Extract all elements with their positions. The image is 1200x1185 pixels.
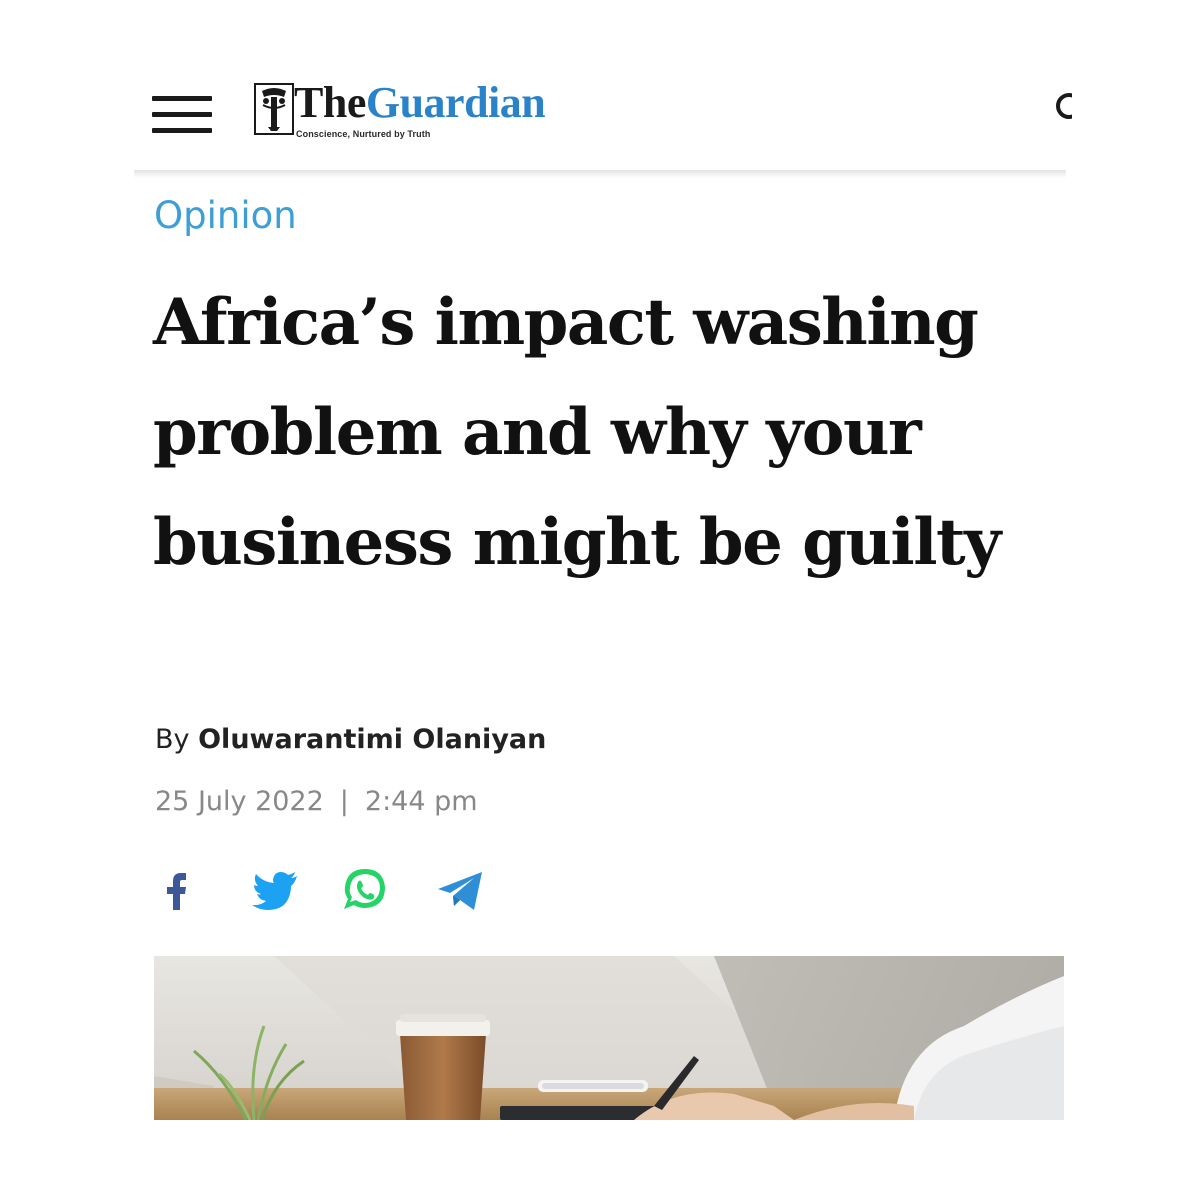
telegram-share-button[interactable] — [430, 860, 490, 920]
twitter-share-button[interactable] — [245, 860, 305, 920]
telegram-icon — [438, 872, 482, 910]
facebook-share-button[interactable] — [150, 860, 210, 920]
hamburger-icon[interactable] — [150, 96, 214, 134]
logo-wordmark: TheGuardian — [294, 77, 546, 129]
dateline-separator: | — [339, 786, 349, 817]
logo-guardian: Guardian — [365, 78, 546, 127]
site-logo[interactable]: TheGuardian Conscience, Nurtured by Trut… — [254, 77, 614, 147]
site-header: TheGuardian Conscience, Nurtured by Trut… — [0, 0, 1200, 170]
header-divider — [134, 170, 1066, 178]
share-bar — [150, 860, 510, 920]
whatsapp-share-button[interactable] — [335, 860, 395, 920]
dateline: 25 July 2022 | 2:44 pm — [155, 782, 478, 822]
facebook-icon — [167, 873, 186, 910]
hero-photo-illustration — [154, 956, 1064, 1120]
logo-the: The — [294, 78, 366, 127]
hero-image — [154, 956, 1064, 1120]
author-name[interactable]: Oluwarantimi Olaniyan — [198, 724, 546, 755]
logo-emblem-icon — [254, 83, 294, 135]
whatsapp-icon — [344, 869, 385, 909]
category-label[interactable]: Opinion — [154, 190, 297, 242]
byline: By Oluwarantimi Olaniyan — [155, 720, 546, 760]
publish-time: 2:44 pm — [364, 786, 478, 817]
byline-prefix: By — [155, 724, 190, 755]
twitter-icon — [252, 872, 297, 910]
search-icon[interactable] — [1052, 82, 1072, 134]
article-headline: Africa’s impact washing problem and why … — [153, 285, 1001, 580]
logo-tagline: Conscience, Nurtured by Truth — [296, 129, 431, 139]
publish-date: 25 July 2022 — [155, 786, 324, 817]
